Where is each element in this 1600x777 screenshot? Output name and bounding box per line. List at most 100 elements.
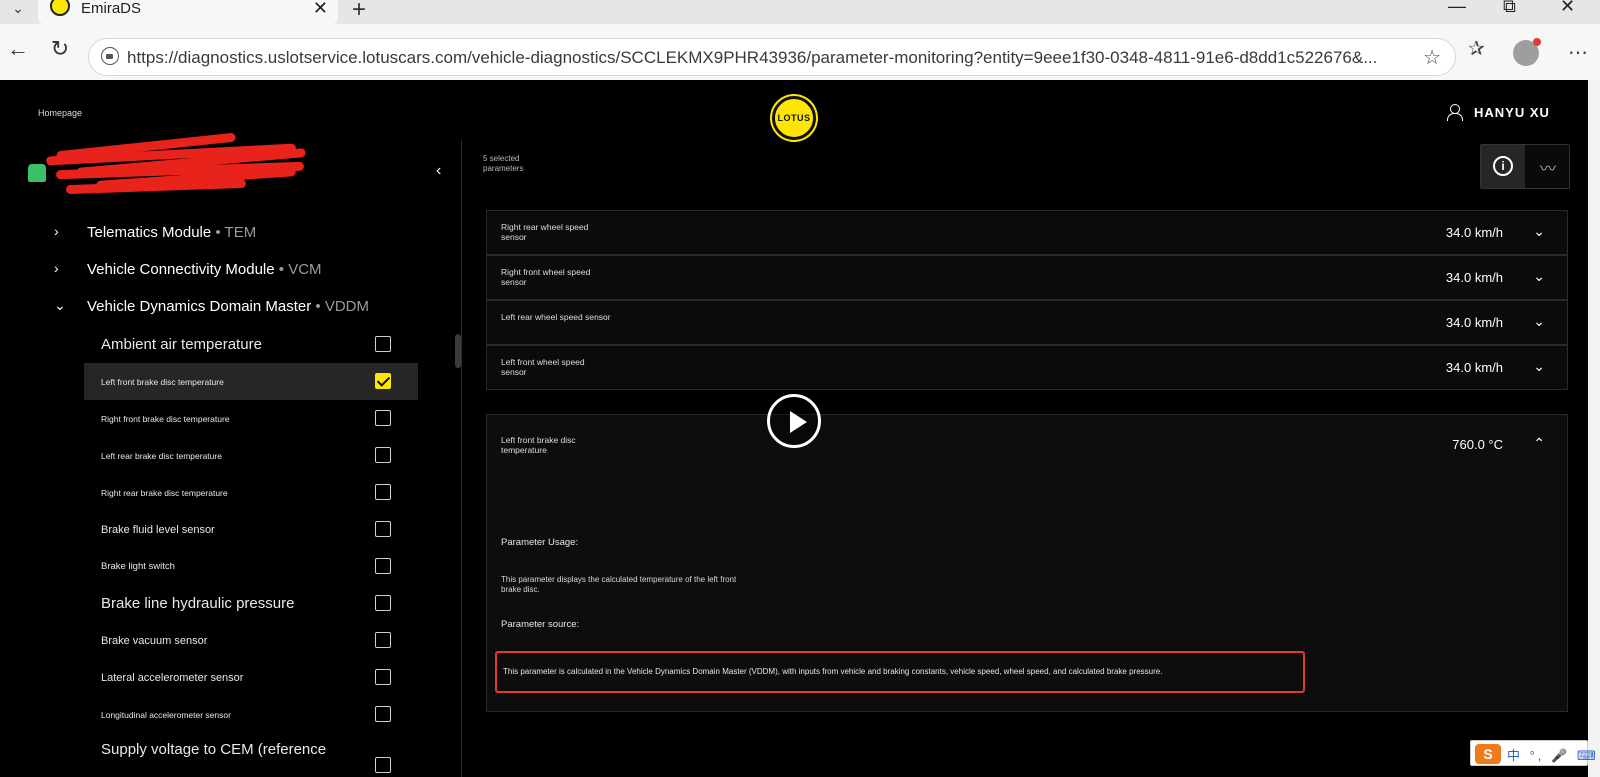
param-label: Left front brake disc temperature xyxy=(101,376,224,387)
browser-toolbar: ← ↻ https://diagnostics.uslotservice.lot… xyxy=(0,24,1600,80)
param-label: Right front brake disc temperature xyxy=(101,413,230,424)
tab-close-icon[interactable]: ✕ xyxy=(313,0,328,19)
new-tab-icon[interactable]: + xyxy=(352,0,366,24)
usage-text: This parameter displays the calculated t… xyxy=(501,575,737,594)
parameter-row[interactable]: Left rear wheel speed sensor 34.0 km/h ⌄ xyxy=(486,300,1568,345)
param-item[interactable]: Supply voltage to CEM (reference xyxy=(84,733,418,773)
view-toggle: i 〰 xyxy=(1480,144,1570,189)
chevron-right-icon: › xyxy=(54,260,59,276)
trend-chart-icon[interactable]: 〰 xyxy=(1527,155,1569,179)
selected-parameters-count: 5 selected parameters xyxy=(483,154,524,173)
param-item[interactable]: Brake vacuum sensor xyxy=(84,622,418,659)
homepage-link[interactable]: Homepage xyxy=(38,108,82,118)
param-label: Brake vacuum sensor xyxy=(101,634,208,647)
source-text: This parameter is calculated in the Vehi… xyxy=(503,667,1163,676)
param-checkbox[interactable] xyxy=(375,447,391,463)
param-checkbox[interactable] xyxy=(375,521,391,537)
profile-notification-dot xyxy=(1533,38,1541,46)
param-label: Lateral accelerometer sensor xyxy=(101,671,244,684)
param-label: Brake light switch xyxy=(101,560,175,572)
ime-options[interactable]: 中 °, 🎤 ⌨ xyxy=(1507,745,1599,764)
window-close-icon[interactable]: ✕ xyxy=(1560,0,1575,17)
browser-tab-bar: ⌄ EmiraDS ✕ + — ⧉ ✕ xyxy=(0,0,1600,24)
chevron-down-icon[interactable]: ⌄ xyxy=(1533,313,1545,330)
module-name: Vehicle Connectivity Module • VCM xyxy=(87,261,322,278)
module-code: • VDDM xyxy=(311,298,370,315)
module-vehicle-connectivity[interactable]: › Vehicle Connectivity Module • VCM xyxy=(0,252,440,289)
sidebar-scrollbar[interactable] xyxy=(455,334,461,368)
param-label: Longitudinal accelerometer sensor xyxy=(101,709,231,720)
module-vehicle-dynamics[interactable]: ⌄ Vehicle Dynamics Domain Master • VDDM xyxy=(0,289,440,326)
param-checkbox[interactable] xyxy=(375,410,391,426)
source-title: Parameter source: xyxy=(501,619,580,630)
param-label: Brake line hydraulic pressure xyxy=(101,594,295,612)
car-icon xyxy=(28,164,46,182)
sogou-logo-icon: S xyxy=(1475,744,1501,764)
param-item[interactable]: Left front brake disc temperature xyxy=(84,363,418,400)
param-item[interactable]: Brake light switch xyxy=(84,548,418,585)
module-telematics[interactable]: › Telematics Module • TEM xyxy=(0,215,440,252)
browser-tab[interactable]: EmiraDS ✕ xyxy=(38,0,338,24)
param-checkbox[interactable] xyxy=(375,632,391,648)
param-item[interactable]: Left rear brake disc temperature xyxy=(84,437,418,474)
param-label: Supply voltage to CEM (reference xyxy=(101,741,327,758)
chevron-right-icon: › xyxy=(54,223,59,239)
parameter-row[interactable]: Right front wheel speed sensor 34.0 km/h… xyxy=(486,255,1568,300)
user-icon xyxy=(1447,104,1463,121)
param-item[interactable]: Lateral accelerometer sensor xyxy=(84,659,418,696)
page-scrollbar[interactable] xyxy=(1588,80,1600,777)
expanded-parameter-value: 760.0 °C xyxy=(1452,437,1503,452)
parameter-row-label: Left front wheel speed sensor xyxy=(501,357,585,377)
tab-title: EmiraDS xyxy=(81,0,142,17)
chevron-down-icon[interactable]: ⌄ xyxy=(1533,268,1545,285)
chevron-down-icon[interactable]: ⌄ xyxy=(1533,358,1545,375)
back-arrow-icon[interactable]: ← xyxy=(4,36,32,62)
param-checkbox-checked[interactable] xyxy=(375,373,391,389)
param-checkbox[interactable] xyxy=(375,669,391,685)
module-name-text: Vehicle Connectivity Module xyxy=(87,261,275,278)
minimize-icon[interactable]: — xyxy=(1448,0,1466,17)
favorites-icon[interactable]: ✰ xyxy=(1468,36,1485,61)
reload-icon[interactable]: ↻ xyxy=(46,36,74,62)
param-checkbox[interactable] xyxy=(375,595,391,611)
module-code: • TEM xyxy=(211,224,257,241)
user-name[interactable]: HANYU XU xyxy=(1474,105,1550,120)
param-item[interactable]: Right front brake disc temperature xyxy=(84,400,418,437)
restore-icon[interactable]: ⧉ xyxy=(1503,0,1516,17)
param-checkbox[interactable] xyxy=(375,484,391,500)
source-highlight-box: This parameter is calculated in the Vehi… xyxy=(495,651,1305,693)
module-name-text: Vehicle Dynamics Domain Master xyxy=(87,298,312,315)
url-text[interactable]: https://diagnostics.uslotservice.lotusca… xyxy=(127,48,1377,68)
param-checkbox[interactable] xyxy=(375,706,391,722)
chevron-up-icon[interactable]: ⌃ xyxy=(1533,435,1545,452)
param-checkbox[interactable] xyxy=(375,336,391,352)
lock-icon[interactable] xyxy=(101,47,119,65)
param-item[interactable]: Longitudinal accelerometer sensor xyxy=(84,696,418,733)
play-button-icon[interactable] xyxy=(767,394,821,448)
param-item[interactable]: Ambient air temperature xyxy=(84,326,418,363)
collapse-sidebar-chevron-icon[interactable]: ‹ xyxy=(436,162,441,180)
param-checkbox[interactable] xyxy=(375,757,391,773)
more-menu-icon[interactable]: ⋯ xyxy=(1568,40,1588,65)
parameter-row[interactable]: Left front wheel speed sensor 34.0 km/h … xyxy=(486,345,1568,390)
parameter-row-label: Left rear wheel speed sensor xyxy=(501,312,611,322)
tab-list-chevron-icon[interactable]: ⌄ xyxy=(6,0,30,16)
module-name-text: Telematics Module xyxy=(87,224,212,241)
ime-toolbar[interactable]: S 中 °, 🎤 ⌨ xyxy=(1470,740,1596,766)
info-view-button[interactable]: i xyxy=(1481,145,1525,188)
param-item[interactable]: Brake line hydraulic pressure xyxy=(84,585,418,622)
param-checkbox[interactable] xyxy=(375,558,391,574)
lotus-favicon-icon xyxy=(50,0,70,16)
param-item[interactable]: Right rear brake disc temperature xyxy=(84,474,418,511)
param-label: Brake fluid level sensor xyxy=(101,523,215,536)
parameter-row-value: 34.0 km/h xyxy=(1445,360,1503,375)
parameter-row-label: Right front wheel speed sensor xyxy=(501,267,591,287)
chevron-down-icon[interactable]: ⌄ xyxy=(1533,223,1545,240)
parameter-row[interactable]: Right rear wheel speed sensor 34.0 km/h … xyxy=(486,210,1568,255)
address-bar[interactable]: https://diagnostics.uslotservice.lotusca… xyxy=(88,38,1456,76)
lotus-logo[interactable]: LOTUS xyxy=(772,96,816,140)
module-sidebar: ‹ › Telematics Module • TEM › Vehicle Co… xyxy=(0,132,462,777)
param-item[interactable]: Brake fluid level sensor xyxy=(84,511,418,548)
expanded-parameter-panel: Left front brake disc temperature 760.0 … xyxy=(486,414,1568,712)
star-icon[interactable]: ☆ xyxy=(1423,45,1441,70)
